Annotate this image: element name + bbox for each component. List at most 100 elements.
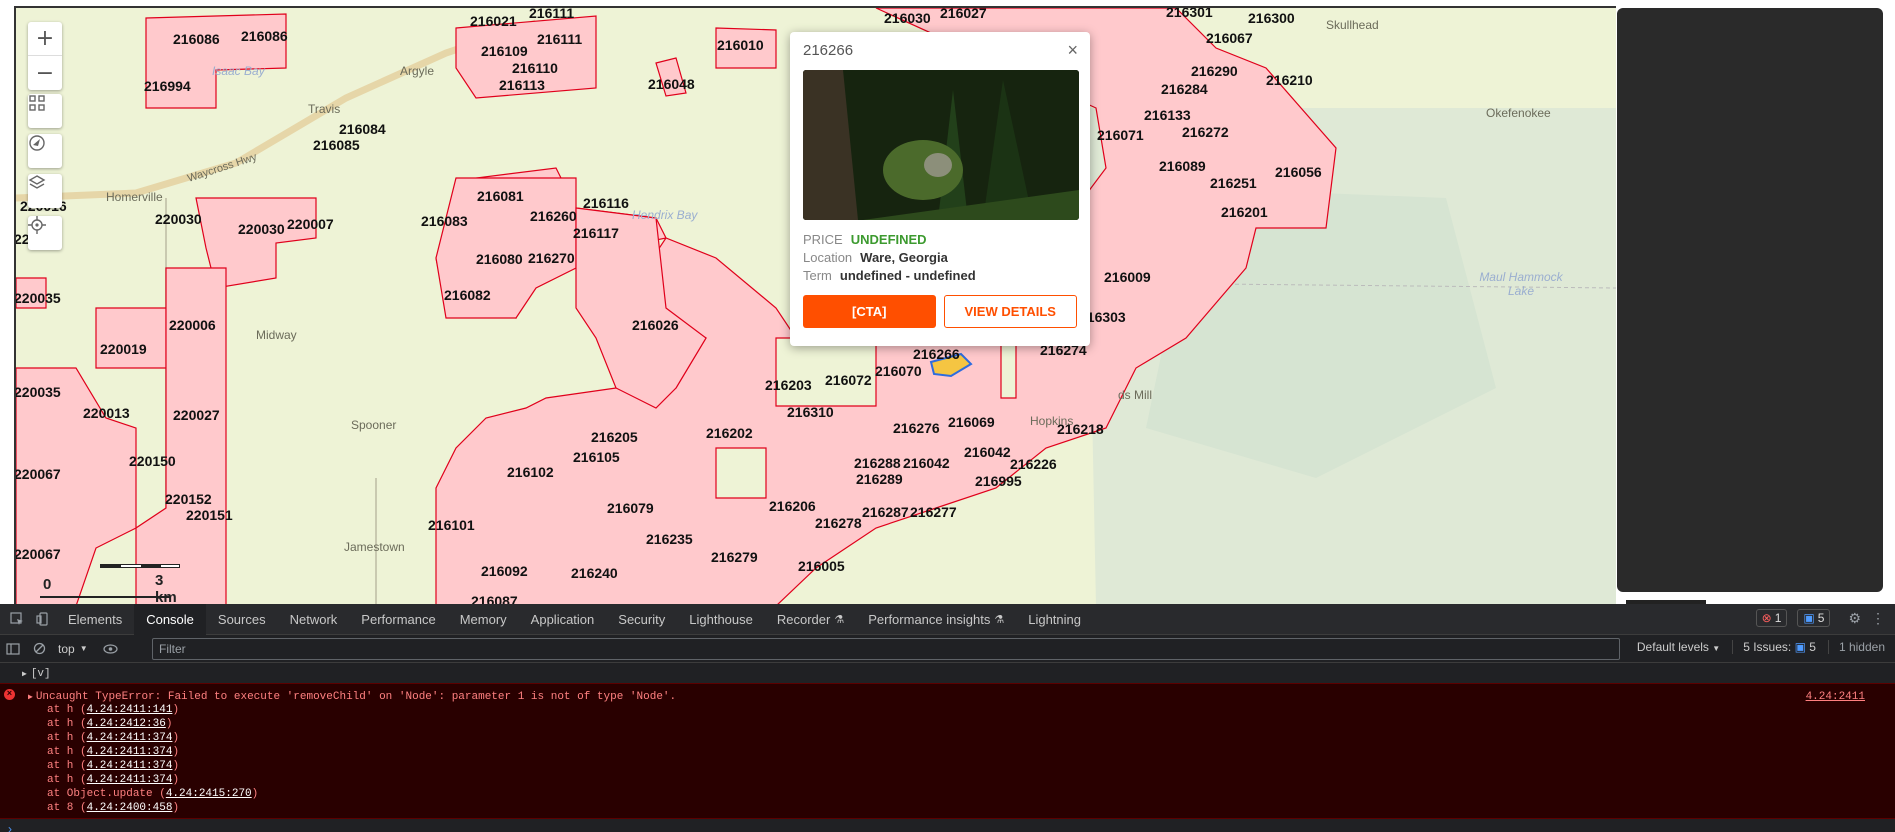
grid-icon[interactable]: [28, 94, 62, 128]
console-prompt[interactable]: ›: [8, 822, 12, 832]
tab-lighthouse[interactable]: Lighthouse: [677, 604, 765, 635]
parcel-label[interactable]: 216092: [481, 564, 528, 578]
parcel-label[interactable]: 216206: [769, 499, 816, 513]
parcel-label[interactable]: 220067: [16, 467, 61, 481]
parcel-label[interactable]: 216117: [573, 226, 619, 240]
error-source-link[interactable]: 4.24:2411: [1806, 691, 1865, 703]
compass-icon[interactable]: [28, 134, 62, 168]
log-levels-dropdown[interactable]: Default levels ▼: [1637, 640, 1720, 654]
parcel-label[interactable]: 216082: [444, 288, 491, 302]
parcel-label[interactable]: 216226: [1010, 457, 1057, 471]
parcel-label[interactable]: 216109: [481, 44, 528, 58]
tab-elements[interactable]: Elements: [56, 604, 134, 635]
parcel-label[interactable]: 216279: [711, 550, 758, 564]
parcel-label[interactable]: 216083: [421, 214, 468, 228]
stack-frame-link[interactable]: 4.24:2415:270: [166, 788, 252, 800]
view-details-button[interactable]: VIEW DETAILS: [943, 295, 1077, 328]
tab-network[interactable]: Network: [278, 604, 350, 635]
parcel-label[interactable]: 216101: [428, 518, 475, 532]
eye-icon[interactable]: [98, 636, 124, 662]
parcel-label[interactable]: 216133: [1144, 108, 1191, 122]
parcel-label[interactable]: 220151: [186, 508, 233, 522]
stack-frame-link[interactable]: 4.24:2412:36: [87, 718, 166, 730]
parcel-label[interactable]: 220035: [16, 385, 61, 399]
tab-performance-insights[interactable]: Performance insights ⚗: [856, 604, 1016, 635]
stack-frame-link[interactable]: 4.24:2411:374: [87, 760, 173, 772]
tab-sources[interactable]: Sources: [206, 604, 278, 635]
parcel-label[interactable]: 216111: [537, 32, 582, 46]
clear-console-icon[interactable]: [26, 636, 52, 662]
context-selector[interactable]: top ▼: [58, 642, 88, 656]
parcel-label[interactable]: 216260: [530, 209, 577, 223]
console-line[interactable]: ▶ [v]: [0, 663, 1895, 685]
parcel-label[interactable]: 216089: [1159, 159, 1206, 173]
parcel-label[interactable]: 216301: [1166, 8, 1213, 19]
parcel-label[interactable]: 216276: [893, 421, 940, 435]
stack-frame-link[interactable]: 4.24:2411:374: [87, 774, 173, 786]
parcel-label[interactable]: 220067: [16, 547, 61, 561]
expand-icon[interactable]: ▶: [28, 693, 33, 702]
parcel-label[interactable]: 216070: [875, 364, 922, 378]
parcel-label[interactable]: 220007: [287, 217, 334, 231]
parcel-label[interactable]: 216110: [512, 61, 558, 75]
parcel-label[interactable]: 216201: [1221, 205, 1268, 219]
parcel-label[interactable]: 216005: [798, 559, 845, 573]
tab-lightning[interactable]: Lightning: [1016, 604, 1093, 635]
parcel-label[interactable]: 220006: [169, 318, 216, 332]
parcel-label[interactable]: 216289: [856, 472, 903, 486]
parcel-label[interactable]: 216084: [339, 122, 386, 136]
tab-memory[interactable]: Memory: [448, 604, 519, 635]
parcel-label[interactable]: 216079: [607, 501, 654, 515]
parcel-label[interactable]: 216087: [471, 594, 518, 604]
parcel-label[interactable]: 220035: [16, 291, 61, 305]
parcel-label[interactable]: 216277: [910, 505, 957, 519]
parcel-label[interactable]: 216994: [144, 79, 191, 93]
parcel-label[interactable]: 220150: [129, 454, 176, 468]
parcel-label[interactable]: 216042: [903, 456, 950, 470]
parcel-label[interactable]: 216021: [470, 14, 517, 28]
parcel-label[interactable]: 216102: [507, 465, 554, 479]
parcel-label[interactable]: 216027: [940, 8, 987, 20]
parcel-label[interactable]: 216290: [1191, 64, 1238, 78]
parcel-label[interactable]: 216042: [964, 445, 1011, 459]
stack-frame-link[interactable]: 4.24:2411:374: [87, 732, 173, 744]
error-message[interactable]: ▶ Uncaught TypeError: Failed to execute '…: [28, 691, 676, 703]
parcel-label[interactable]: 216284: [1161, 82, 1208, 96]
parcel-label[interactable]: 216113: [499, 78, 545, 92]
layers-icon[interactable]: [28, 174, 62, 208]
tab-application[interactable]: Application: [519, 604, 607, 635]
parcel-label[interactable]: 220027: [173, 408, 220, 422]
parcel-label[interactable]: 216030: [884, 11, 931, 25]
parcel-label[interactable]: 216067: [1206, 31, 1253, 45]
parcel-label[interactable]: 216251: [1210, 176, 1257, 190]
parcel-label[interactable]: 216071: [1097, 128, 1144, 142]
stack-frame-link[interactable]: 4.24:2400:458: [87, 802, 173, 814]
message-count-badge[interactable]: ▣ 5: [1797, 609, 1831, 627]
parcel-label[interactable]: 216026: [632, 318, 679, 332]
stack-frame-link[interactable]: 4.24:2411:141: [87, 704, 173, 716]
parcel-label[interactable]: 216086: [241, 29, 288, 43]
parcel-label[interactable]: 220030: [155, 212, 202, 226]
gear-icon[interactable]: ⚙: [1848, 610, 1861, 627]
parcel-label[interactable]: 220030: [238, 222, 285, 236]
parcel-label[interactable]: 216240: [571, 566, 618, 580]
parcel-label[interactable]: 216272: [1182, 125, 1229, 139]
inspect-icon[interactable]: [4, 606, 30, 632]
parcel-label[interactable]: 220013: [83, 406, 130, 420]
tab-security[interactable]: Security: [606, 604, 677, 635]
sidebar-toggle-icon[interactable]: [0, 636, 26, 662]
issues-button[interactable]: 5 Issues: ▣ 5: [1732, 640, 1816, 654]
parcel-label[interactable]: 216202: [706, 426, 753, 440]
cta-button[interactable]: [CTA]: [803, 295, 936, 328]
parcel-label[interactable]: 220019: [100, 342, 147, 356]
parcel-label[interactable]: 216995: [975, 474, 1022, 488]
parcel-label[interactable]: 216085: [313, 138, 360, 152]
zoom-in-button[interactable]: +: [28, 22, 62, 56]
locate-icon[interactable]: [28, 216, 62, 250]
parcel-label[interactable]: 216081: [477, 189, 524, 203]
parcel-label[interactable]: 216310: [787, 405, 834, 419]
tab-console[interactable]: Console: [134, 603, 206, 635]
parcel-label[interactable]: 216300: [1248, 11, 1295, 25]
expand-icon[interactable]: ▶: [22, 670, 27, 679]
parcel-label[interactable]: 216203: [765, 378, 812, 392]
